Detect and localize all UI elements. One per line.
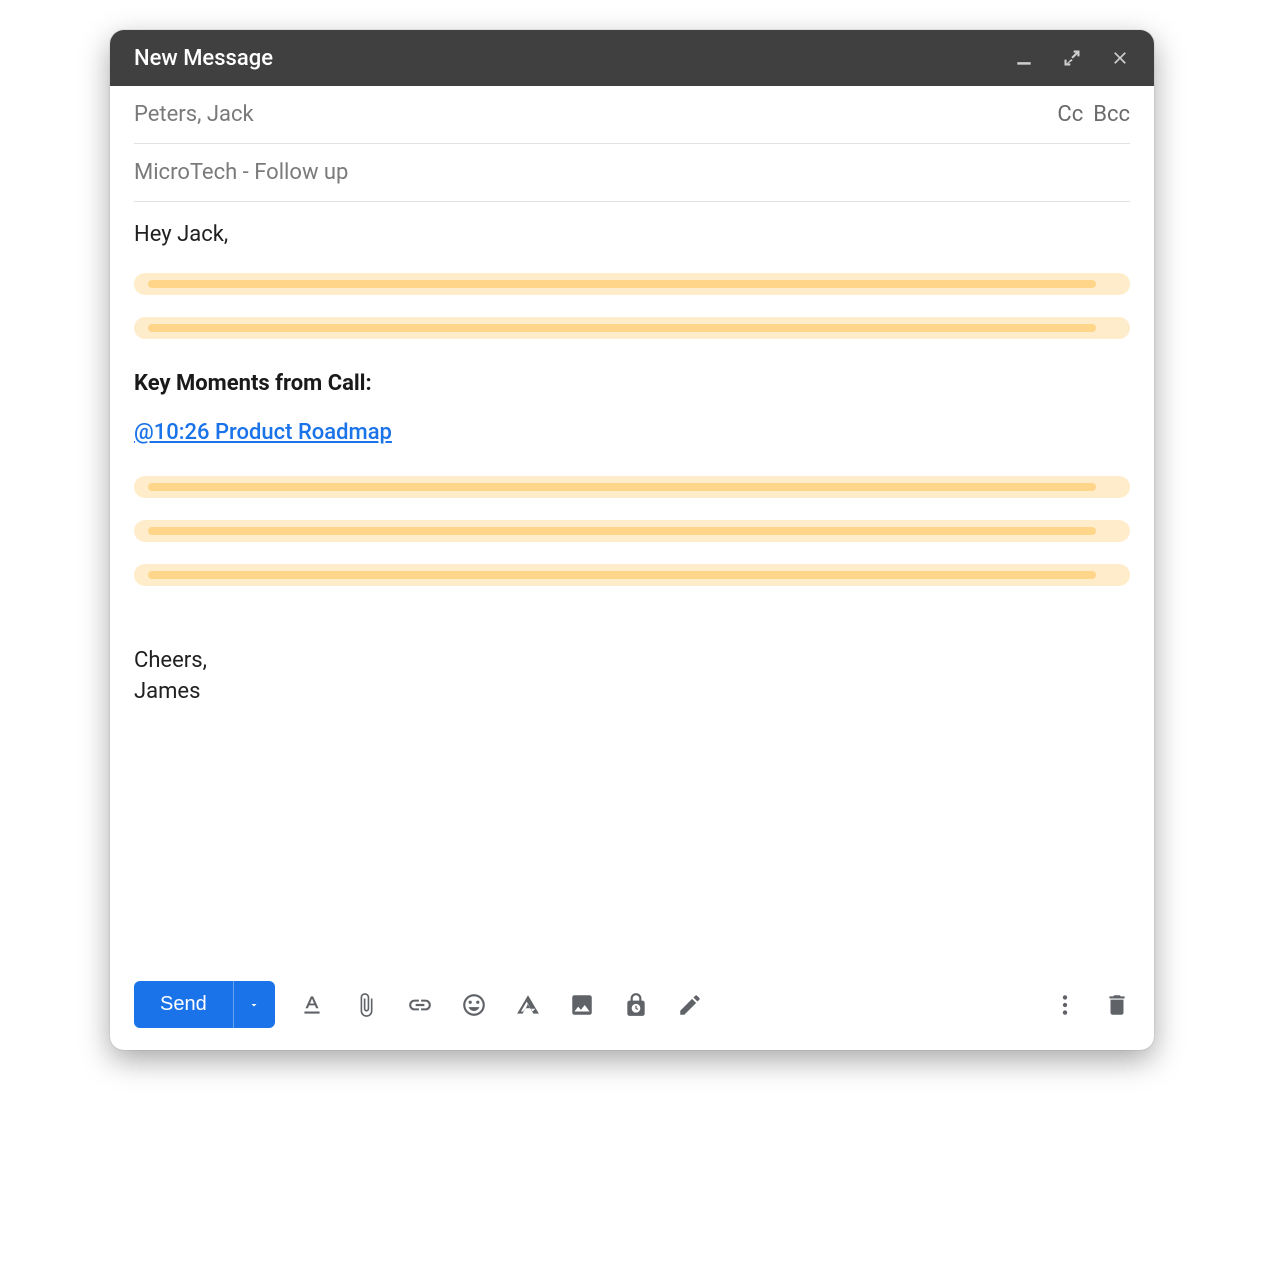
expand-button[interactable] bbox=[1062, 48, 1082, 68]
to-field-value: Peters, Jack bbox=[134, 102, 254, 127]
placeholder-line bbox=[134, 317, 1130, 339]
bcc-button[interactable]: Bcc bbox=[1093, 102, 1130, 127]
cc-button[interactable]: Cc bbox=[1057, 102, 1083, 127]
link-icon bbox=[407, 992, 433, 1018]
confidential-mode-button[interactable] bbox=[623, 992, 649, 1018]
insert-signature-button[interactable] bbox=[677, 992, 703, 1018]
compose-window: New Message Peters, Jack Cc Bcc MicroTec… bbox=[110, 30, 1154, 1050]
insert-image-button[interactable] bbox=[569, 992, 595, 1018]
titlebar: New Message bbox=[110, 30, 1154, 86]
moment-link[interactable]: @10:26 Product Roadmap bbox=[134, 418, 392, 449]
close-button[interactable] bbox=[1110, 48, 1130, 68]
send-button-group: Send bbox=[134, 981, 275, 1028]
more-vertical-icon bbox=[1052, 992, 1078, 1018]
placeholder-line bbox=[134, 520, 1130, 542]
subject-field-row[interactable]: MicroTech - Follow up bbox=[134, 144, 1130, 202]
text-format-icon bbox=[299, 992, 325, 1018]
more-options-button[interactable] bbox=[1052, 992, 1078, 1018]
minimize-icon bbox=[1014, 48, 1034, 68]
close-icon bbox=[1110, 48, 1130, 68]
insert-link-button[interactable] bbox=[407, 992, 433, 1018]
insert-drive-button[interactable] bbox=[515, 992, 541, 1018]
header-fields: Peters, Jack Cc Bcc MicroTech - Follow u… bbox=[110, 86, 1154, 202]
insert-emoji-button[interactable] bbox=[461, 992, 487, 1018]
discard-button[interactable] bbox=[1104, 992, 1130, 1018]
titlebar-actions bbox=[1014, 48, 1130, 68]
right-toolbar bbox=[1052, 992, 1130, 1018]
subject-field-value: MicroTech - Follow up bbox=[134, 160, 348, 185]
bottom-toolbar: Send bbox=[110, 965, 1154, 1050]
pen-icon bbox=[677, 992, 703, 1018]
message-body[interactable]: Hey Jack, Key Moments from Call: @10:26 … bbox=[110, 202, 1154, 965]
to-field-row[interactable]: Peters, Jack Cc Bcc bbox=[134, 86, 1130, 144]
trash-icon bbox=[1104, 992, 1130, 1018]
minimize-button[interactable] bbox=[1014, 48, 1034, 68]
send-more-button[interactable] bbox=[233, 981, 275, 1028]
image-icon bbox=[569, 992, 595, 1018]
closing-text: Cheers, James bbox=[134, 646, 1130, 708]
drive-icon bbox=[515, 992, 541, 1018]
placeholder-line bbox=[134, 564, 1130, 586]
format-tools bbox=[299, 992, 703, 1018]
send-button[interactable]: Send bbox=[134, 981, 233, 1028]
section-title: Key Moments from Call: bbox=[134, 369, 1130, 400]
expand-icon bbox=[1062, 48, 1082, 68]
paperclip-icon bbox=[353, 992, 379, 1018]
lock-clock-icon bbox=[623, 992, 649, 1018]
greeting-text: Hey Jack, bbox=[134, 220, 1130, 251]
emoji-icon bbox=[461, 992, 487, 1018]
closing-salutation: Cheers, bbox=[134, 646, 1130, 677]
formatting-button[interactable] bbox=[299, 992, 325, 1018]
placeholder-line bbox=[134, 476, 1130, 498]
attach-button[interactable] bbox=[353, 992, 379, 1018]
placeholder-line bbox=[134, 273, 1130, 295]
closing-signature: James bbox=[134, 677, 1130, 708]
window-title: New Message bbox=[134, 46, 273, 71]
chevron-down-icon bbox=[248, 999, 260, 1011]
